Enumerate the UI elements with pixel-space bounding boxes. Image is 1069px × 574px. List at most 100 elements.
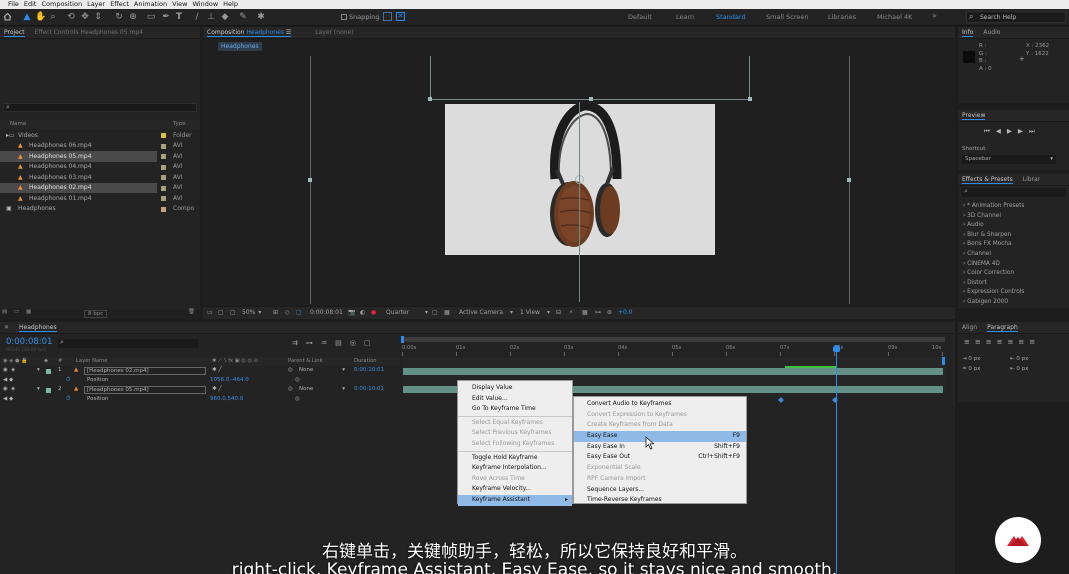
context-menu-item[interactable]: Go To Keyframe Time: [458, 404, 572, 415]
region-of-interest-icon[interactable]: ▢: [432, 309, 438, 316]
layer-bounding-box[interactable]: [430, 56, 750, 100]
tab-timeline-comp[interactable]: Headphones: [19, 324, 57, 332]
submenu-item[interactable]: Convert Audio to Keyframes: [574, 399, 746, 410]
context-menu-item[interactable]: Keyframe Assistant ▸: [458, 494, 572, 506]
exposure-icon[interactable]: ⊛: [607, 309, 612, 316]
effects-category[interactable]: › Distort: [958, 279, 1069, 289]
keyframe-1[interactable]: [778, 397, 784, 403]
effects-category[interactable]: › Gabigen 2000: [958, 298, 1069, 308]
property-value[interactable]: 960.0,540.0: [210, 396, 243, 402]
align-left-icon[interactable]: ≡: [964, 338, 970, 346]
handle-right-mid[interactable]: [847, 178, 851, 182]
zoom-dropdown[interactable]: 50% ▾: [242, 309, 261, 316]
tab-audio[interactable]: Audio: [983, 29, 1000, 36]
fast-preview-icon[interactable]: ⚡: [569, 309, 573, 316]
snapping-checkbox[interactable]: [341, 14, 347, 20]
menu-help[interactable]: Help: [223, 0, 238, 9]
audio-icon[interactable]: ◈: [11, 386, 15, 392]
label-color-swatch[interactable]: [161, 133, 166, 138]
tab-composition[interactable]: Composition Headphones ☰: [207, 29, 292, 37]
align-right-icon[interactable]: ≡: [986, 338, 992, 346]
home-icon[interactable]: [3, 12, 12, 21]
expand-layer-icon[interactable]: ▾: [37, 367, 40, 373]
snap-mode-icon[interactable]: ✕: [396, 12, 405, 21]
shortcut-dropdown[interactable]: Spacebar ▾: [962, 155, 1056, 164]
first-frame-icon[interactable]: ⏮: [984, 127, 990, 136]
submenu-item[interactable]: Sequence Layers...: [574, 485, 746, 496]
layer-row[interactable]: ◉ ◈ ▾ 2 ▲ [Headphones 05.mp4] ✱ ╱ ◎ None ▾ 0:00:10…: [0, 386, 400, 395]
always-preview-icon[interactable]: ▭: [207, 309, 213, 316]
context-menu-item[interactable]: Edit Value...: [458, 394, 572, 405]
eraser-tool-icon[interactable]: ◆: [220, 12, 230, 22]
layer-duration[interactable]: 0:00:10:01: [354, 367, 384, 373]
project-item[interactable]: ▲ Headphones 03.mp4 AVI: [0, 172, 200, 183]
justify-right-icon[interactable]: ≡: [1018, 338, 1024, 346]
grid-icon[interactable]: ⊞: [273, 309, 278, 316]
effects-category[interactable]: › 3D Channel: [958, 212, 1069, 222]
project-item[interactable]: ▲ Headphones 06.mp4 AVI: [0, 141, 200, 152]
handle-left-mid[interactable]: [308, 178, 312, 182]
workspace-learn[interactable]: Learn: [676, 13, 694, 21]
camera-dropdown[interactable]: Active Camera ▾: [459, 309, 513, 316]
delete-icon[interactable]: 🗑: [188, 309, 195, 315]
help-search-field[interactable]: ⌕ Search Help: [966, 11, 1066, 23]
submenu-item[interactable]: Easy Ease F9: [574, 431, 746, 442]
layer-duration[interactable]: 0:00:10:01: [354, 386, 384, 392]
layer-row[interactable]: ◉ ◈ ▾ 1 ▲ [Headphones 02.mp4] ✱ ╱ ◎ None ▾ 0:00:10…: [0, 367, 400, 376]
dolly-camera-icon[interactable]: ⇕: [93, 12, 103, 22]
tab-paragraph[interactable]: Paragraph: [987, 324, 1018, 332]
time-ruler[interactable]: 0:00s01s02s03s04s05s06s07s08s09s10s: [402, 343, 945, 357]
comp-flowchart-icon[interactable]: ⇉: [292, 339, 298, 347]
play-icon[interactable]: ▶: [1007, 127, 1012, 136]
brush-tool-icon[interactable]: /: [192, 12, 202, 22]
property-row[interactable]: ◀ ◆ ⏱ Position 960.0,540.0 ◎: [0, 396, 400, 405]
col-layer-name[interactable]: Layer Name: [76, 358, 107, 364]
label-color-swatch[interactable]: [161, 196, 166, 201]
parent-pickwhip-icon[interactable]: ◎: [288, 386, 293, 392]
comp-breadcrumb[interactable]: Headphones: [218, 42, 262, 51]
clone-stamp-icon[interactable]: ⊥: [206, 12, 216, 22]
work-area-start[interactable]: [401, 336, 404, 343]
context-menu-item[interactable]: Keyframe Velocity...: [458, 484, 572, 495]
visibility-icon[interactable]: ◉: [3, 386, 8, 392]
anchor-tool-icon[interactable]: ⊕: [128, 12, 138, 22]
workspace-libraries[interactable]: Libraries: [828, 13, 856, 21]
rotate-tool-icon[interactable]: ↻: [114, 12, 124, 22]
pan-camera-icon[interactable]: ✥: [80, 12, 90, 22]
close-icon[interactable]: ✕: [4, 324, 9, 331]
transparency-grid-icon[interactable]: ▦: [444, 309, 450, 316]
mask-tool-icon[interactable]: ▭: [146, 12, 156, 22]
next-frame-icon[interactable]: ▶: [1018, 127, 1023, 136]
col-duration[interactable]: Duration: [354, 358, 377, 364]
workspace-overflow[interactable]: »: [932, 11, 937, 20]
puppet-pin-icon[interactable]: ✱: [256, 12, 266, 22]
context-menu-item[interactable]: Toggle Hold Keyframe: [458, 453, 572, 464]
timeline-end-marker[interactable]: [942, 357, 945, 365]
exposure-value[interactable]: +0.0: [618, 309, 633, 316]
indent-left-field[interactable]: ⇥ 0 px: [962, 354, 1012, 364]
keyframe-nav-icon[interactable]: ◀ ◆: [3, 377, 13, 383]
views-dropdown[interactable]: 1 View ▾: [520, 309, 550, 316]
col-name[interactable]: Name: [10, 121, 26, 127]
label-color-swatch[interactable]: [46, 388, 51, 393]
label-color-swatch[interactable]: [161, 154, 166, 159]
shy-icon[interactable]: ♒: [321, 339, 327, 347]
menu-file[interactable]: File: [8, 0, 19, 9]
draft-3d-icon[interactable]: ⊶: [306, 339, 313, 347]
menu-effect[interactable]: Effect: [110, 0, 129, 9]
layer-1-bar[interactable]: [403, 368, 943, 375]
playhead-marker[interactable]: [833, 345, 840, 352]
label-color-swatch[interactable]: [161, 143, 166, 149]
audio-icon[interactable]: ◈: [11, 367, 15, 373]
menu-composition[interactable]: Composition: [41, 0, 82, 9]
col-parent[interactable]: Parent & Link: [288, 358, 323, 364]
channel-icon[interactable]: ●: [371, 309, 376, 316]
workspace-default[interactable]: Default: [628, 13, 652, 21]
last-frame-icon[interactable]: ⏭: [1029, 127, 1035, 136]
menu-layer[interactable]: Layer: [87, 0, 105, 9]
new-comp-icon[interactable]: ▦: [26, 309, 31, 315]
new-folder-icon[interactable]: ▭: [14, 309, 19, 315]
brush-preview-icon[interactable]: ▢: [230, 309, 236, 316]
effects-category[interactable]: › Blur & Sharpen: [958, 231, 1069, 241]
submenu-item[interactable]: Time-Reverse Keyframes: [574, 495, 746, 506]
